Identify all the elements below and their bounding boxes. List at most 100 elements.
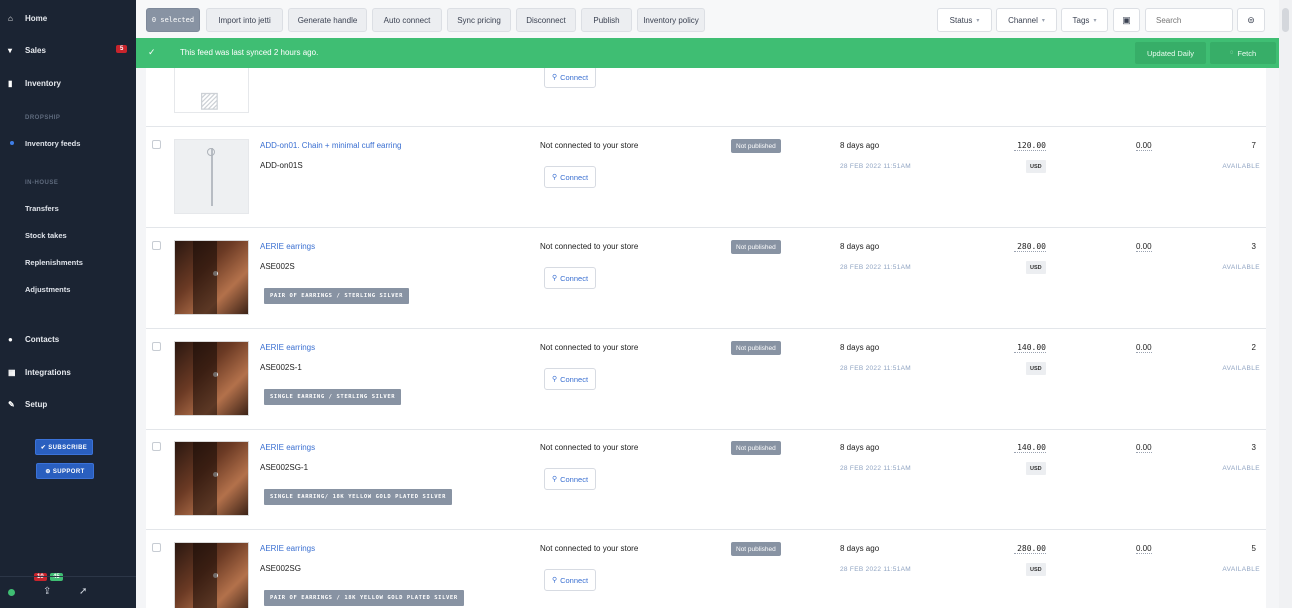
connect-label: Connect xyxy=(560,72,589,82)
nav-adjustments[interactable]: Adjustments xyxy=(25,285,70,294)
publish-status-badge: Not published xyxy=(731,542,781,556)
availability-label: AVAILABLE xyxy=(1222,365,1260,372)
nav-contacts-label: Contacts xyxy=(25,334,60,344)
table-row: ▨ ⚲ Connect xyxy=(146,68,1266,127)
nav-inventory[interactable]: ▮ Inventory xyxy=(0,73,136,93)
cost-value[interactable]: 0.00 xyxy=(1136,242,1152,252)
search-input[interactable] xyxy=(1145,8,1233,32)
scrollbar[interactable] xyxy=(1279,0,1292,608)
nav-replenishments[interactable]: Replenishments xyxy=(25,258,83,267)
price-value[interactable]: 280.00 xyxy=(1014,242,1046,252)
contact-icon: ● xyxy=(8,334,13,344)
currency-badge: USD xyxy=(1026,563,1046,576)
search-icon: ⚲ xyxy=(551,376,558,383)
auto-connect-button[interactable]: Auto connect xyxy=(372,8,442,32)
nav-transfers[interactable]: Transfers xyxy=(25,204,59,213)
fetch-label: Fetch xyxy=(1237,48,1257,58)
price-value[interactable]: 120.00 xyxy=(1014,141,1046,151)
rocket-icon[interactable]: ➚ xyxy=(79,586,87,597)
nav-stock-takes[interactable]: Stock takes xyxy=(25,231,67,240)
fetch-button[interactable]: ◌ Fetch xyxy=(1210,42,1276,64)
price-value[interactable]: 140.00 xyxy=(1014,443,1046,453)
import-button[interactable]: Import into jetti xyxy=(206,8,283,32)
cost-value[interactable]: 0.00 xyxy=(1136,141,1152,151)
nav-contacts[interactable]: ● Contacts xyxy=(0,329,136,349)
publish-button[interactable]: Publish xyxy=(581,8,632,32)
connection-status: Not connected to your store xyxy=(540,242,639,251)
scrollbar-thumb[interactable] xyxy=(1282,8,1289,32)
cost-value[interactable]: 0.00 xyxy=(1136,544,1152,554)
currency-badge: USD xyxy=(1026,160,1046,173)
sidebar: ⌂ Home ▾ Sales 5 ▮ Inventory DROPSHIP In… xyxy=(0,0,136,608)
price-value[interactable]: 140.00 xyxy=(1014,343,1046,353)
generate-handle-button[interactable]: Generate handle xyxy=(288,8,367,32)
row-checkbox[interactable] xyxy=(152,241,161,250)
connect-button[interactable]: ⚲ Connect xyxy=(544,68,596,88)
product-thumbnail[interactable] xyxy=(174,441,249,516)
settings-button[interactable]: ⊜ xyxy=(1237,8,1265,32)
nav-inventory-label: Inventory xyxy=(25,78,62,88)
connect-button[interactable]: ⚲ Connect xyxy=(544,468,596,490)
sidebar-footer: ⇪ ➚ xyxy=(0,576,136,608)
product-thumbnail[interactable] xyxy=(174,341,249,416)
table-row: AERIE earrings ASE002S PAIR OF EARRINGS / … xyxy=(146,228,1266,329)
row-checkbox[interactable] xyxy=(152,442,161,451)
product-name-link[interactable]: AERIE earrings xyxy=(260,242,315,251)
row-checkbox[interactable] xyxy=(152,140,161,149)
sync-banner: ✓ This feed was last synced 2 hours ago.… xyxy=(136,38,1279,68)
product-name-link[interactable]: AERIE earrings xyxy=(260,443,315,452)
channel-filter-label: Channel xyxy=(1008,15,1038,25)
connect-label: Connect xyxy=(560,273,589,283)
sync-pricing-button[interactable]: Sync pricing xyxy=(447,8,511,32)
support-button[interactable]: ⊕ SUPPORT xyxy=(36,463,94,479)
nav-integrations-label: Integrations xyxy=(25,367,71,377)
online-status-icon xyxy=(8,589,15,596)
product-name-link[interactable]: ADD-on01. Chain + minimal cuff earring xyxy=(260,141,401,150)
connect-button[interactable]: ⚲ Connect xyxy=(544,166,596,188)
connect-button[interactable]: ⚲ Connect xyxy=(544,267,596,289)
product-name-link[interactable]: AERIE earrings xyxy=(260,343,315,352)
cost-value[interactable]: 0.00 xyxy=(1136,343,1152,353)
quantity-value: 2 xyxy=(1251,343,1256,352)
product-thumbnail[interactable] xyxy=(174,240,249,315)
tags-filter[interactable]: Tags ▾ xyxy=(1061,8,1108,32)
updated-daily-button[interactable]: Updated Daily xyxy=(1135,42,1206,64)
nav-home[interactable]: ⌂ Home xyxy=(0,8,136,28)
product-thumbnail[interactable] xyxy=(174,139,249,214)
date-filter[interactable]: ▣ xyxy=(1113,8,1140,32)
product-thumbnail[interactable] xyxy=(174,542,249,608)
upload-icon[interactable]: ⇪ xyxy=(43,586,51,597)
cost-value[interactable]: 0.00 xyxy=(1136,443,1152,453)
updated-date: 28 FEB 2022 11:51AM xyxy=(840,264,911,271)
check-icon: ✓ xyxy=(148,47,156,57)
refresh-icon: ◌ xyxy=(1229,50,1234,56)
section-dropship: DROPSHIP xyxy=(25,115,61,121)
product-table: ▨ ⚲ Connect ADD-on01. Chain + minimal cu… xyxy=(146,68,1266,608)
search-icon: ⚲ xyxy=(551,577,558,584)
status-filter[interactable]: Status ▾ xyxy=(937,8,992,32)
inventory-policy-button[interactable]: Inventory policy xyxy=(637,8,705,32)
connection-status: Not connected to your store xyxy=(540,443,639,452)
publish-status-badge: Not published xyxy=(731,240,781,254)
availability-label: AVAILABLE xyxy=(1222,264,1260,271)
disconnect-button[interactable]: Disconnect xyxy=(516,8,576,32)
nav-setup[interactable]: ✎ Setup xyxy=(0,394,136,414)
connect-button[interactable]: ⚲ Connect xyxy=(544,569,596,591)
price-value[interactable]: 280.00 xyxy=(1014,544,1046,554)
sync-message: This feed was last synced 2 hours ago. xyxy=(180,48,319,57)
product-name-link[interactable]: AERIE earrings xyxy=(260,544,315,553)
connection-status: Not connected to your store xyxy=(540,141,639,150)
connect-button[interactable]: ⚲ Connect xyxy=(544,368,596,390)
row-checkbox[interactable] xyxy=(152,543,161,552)
bookmark-icon: ▮ xyxy=(8,78,13,88)
nav-integrations[interactable]: ▦ Integrations xyxy=(0,362,136,382)
nav-inventory-feeds[interactable]: Inventory feeds xyxy=(25,139,80,148)
row-checkbox[interactable] xyxy=(152,342,161,351)
quantity-value: 7 xyxy=(1251,141,1256,150)
app-root: ⌂ Home ▾ Sales 5 ▮ Inventory DROPSHIP In… xyxy=(0,0,1292,608)
chevron-down-icon: ▾ xyxy=(1093,17,1097,24)
subscribe-button[interactable]: ✔ SUBSCRIBE xyxy=(35,439,93,455)
settings-icon: ⊜ xyxy=(1247,14,1255,25)
channel-filter[interactable]: Channel ▾ xyxy=(996,8,1057,32)
nav-sales[interactable]: ▾ Sales 5 xyxy=(0,40,136,60)
